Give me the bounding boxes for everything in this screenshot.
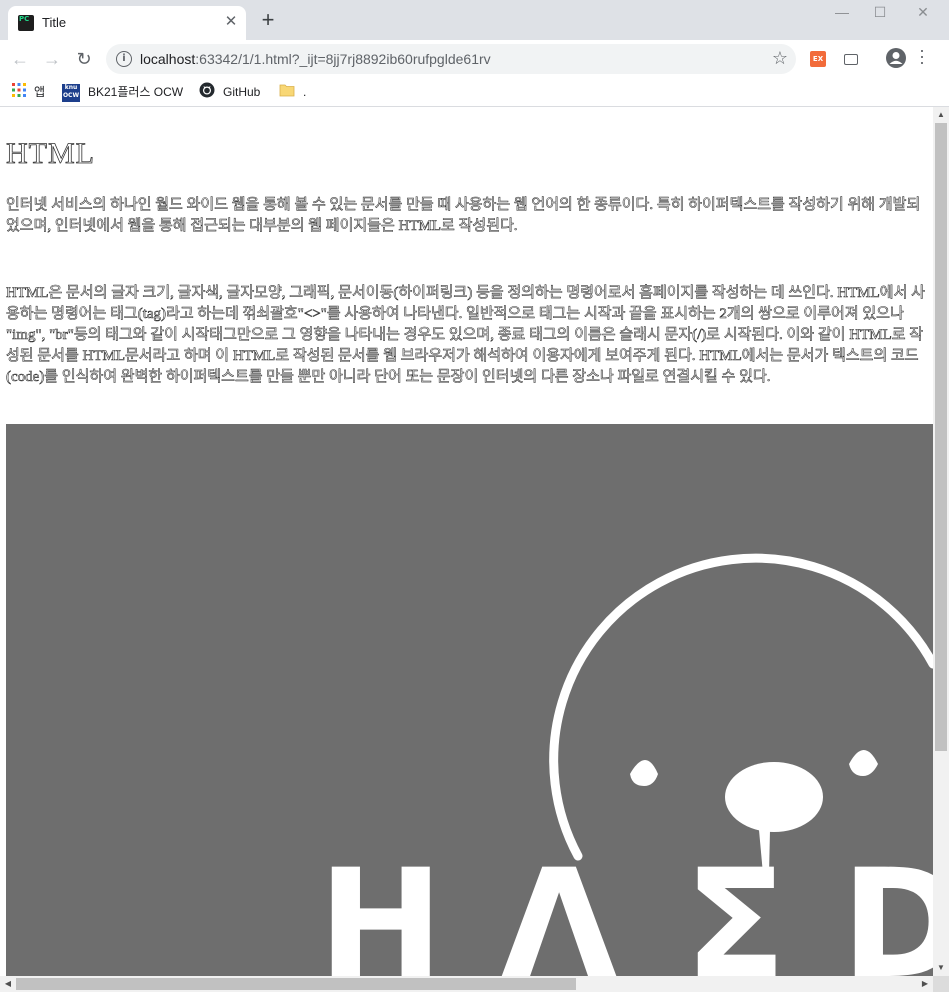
pycharm-favicon-icon: PC <box>18 15 34 31</box>
vertical-scroll-thumb[interactable] <box>935 123 947 751</box>
paragraph-details: HTML은 문서의 글자 크기, 글자색, 글자모양, 그래픽, 문서이동(하이… <box>6 285 926 386</box>
hero-letter-sigma: Σ <box>684 838 786 976</box>
bookmark-label: BK21플러스 OCW <box>88 85 184 99</box>
horizontal-scroll-thumb[interactable] <box>16 978 576 990</box>
tab-close-icon[interactable]: ✕ <box>222 13 240 31</box>
paragraph-intro: 인터넷 서비스의 하나인 월드 와이드 웹을 통해 볼 수 있는 문서를 만들 … <box>6 197 921 235</box>
new-tab-button[interactable]: + <box>257 9 279 32</box>
minimize-icon[interactable]: — <box>825 2 859 24</box>
scroll-left-arrow-icon[interactable]: ◀ <box>0 976 16 992</box>
scroll-up-arrow-icon[interactable]: ▲ <box>933 107 949 123</box>
bookmarks-bar: 앱 knu OCW BK21플러스 OCW GitHub . <box>0 78 949 107</box>
hero-image: H Λ Σ D <box>6 424 933 976</box>
cast-icon[interactable] <box>844 54 858 65</box>
scrollbar-corner <box>933 976 949 992</box>
info-icon[interactable]: i <box>116 51 132 67</box>
apps-grid-icon <box>12 82 26 103</box>
horizontal-scrollbar[interactable]: ◀ ▶ <box>0 976 933 992</box>
bookmark-star-icon[interactable]: ☆ <box>772 48 788 69</box>
knu-ocw-icon: knu OCW <box>62 83 80 102</box>
vertical-scrollbar[interactable]: ▲ ▼ <box>933 107 949 976</box>
extension-icon[interactable]: EX <box>810 51 826 67</box>
forward-arrow-icon[interactable]: → <box>39 46 65 72</box>
tab-title: Title <box>42 15 67 30</box>
tab-strip: PC Title ✕ + — ☐ ✕ <box>0 0 949 40</box>
profile-avatar-icon[interactable] <box>886 48 906 68</box>
close-window-icon[interactable]: ✕ <box>906 2 940 24</box>
tab-active[interactable]: PC Title ✕ <box>8 6 246 40</box>
scroll-down-arrow-icon[interactable]: ▼ <box>933 960 949 976</box>
url-text[interactable]: localhost:63342/1/1.html?_ijt=8jj7rj8892… <box>140 51 491 67</box>
bookmark-label: . <box>303 85 307 99</box>
hero-letter-h: H <box>318 838 444 976</box>
folder-icon <box>279 83 295 103</box>
reload-icon[interactable]: ↻ <box>71 46 97 72</box>
bookmark-label: GitHub <box>223 85 261 100</box>
bookmark-github[interactable]: GitHub <box>199 82 260 102</box>
scroll-right-arrow-icon[interactable]: ▶ <box>917 976 933 992</box>
back-arrow-icon[interactable]: ← <box>7 46 33 72</box>
maximize-icon[interactable]: ☐ <box>863 2 897 24</box>
mascot-face-icon <box>549 553 933 877</box>
page-heading: HTML <box>6 137 95 171</box>
bookmark-label: 앱 <box>34 85 46 99</box>
bookmark-folder[interactable]: . <box>279 82 306 102</box>
menu-kebab-icon[interactable]: · · · <box>918 41 926 71</box>
bookmark-bk21-ocw[interactable]: knu OCW BK21플러스 OCW <box>62 82 183 102</box>
page-viewport: HTML 인터넷 서비스의 하나인 월드 와이드 웹을 통해 볼 수 있는 문서… <box>0 107 933 976</box>
hero-letter-d: D <box>841 838 933 976</box>
browser-toolbar: ← → ↻ i localhost:63342/1/1.html?_ijt=8j… <box>0 40 949 78</box>
github-icon <box>199 82 215 104</box>
hero-letter-lambda: Λ <box>501 838 617 976</box>
bookmark-apps[interactable]: 앱 <box>12 82 45 102</box>
address-bar[interactable]: i localhost:63342/1/1.html?_ijt=8jj7rj88… <box>106 44 796 74</box>
